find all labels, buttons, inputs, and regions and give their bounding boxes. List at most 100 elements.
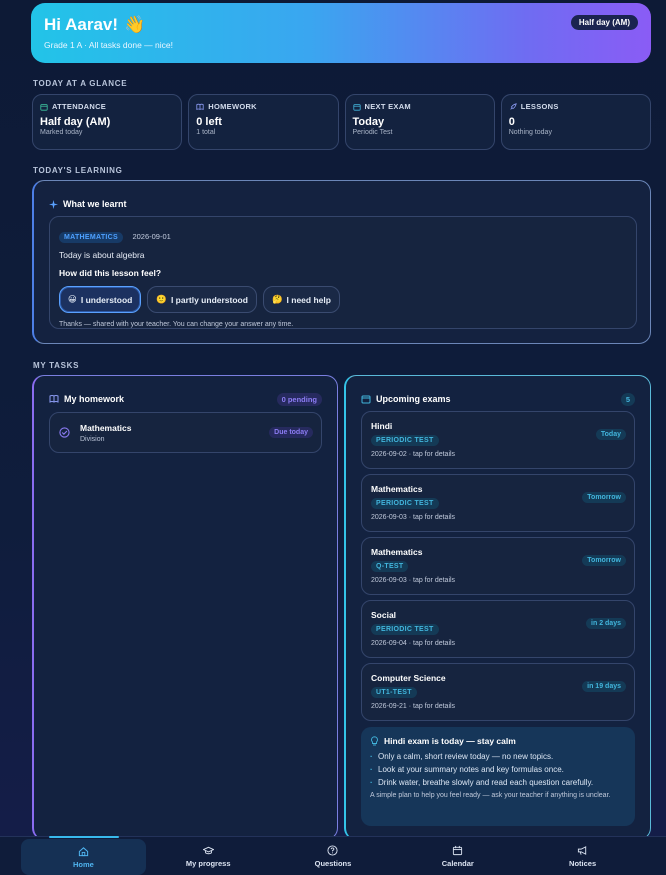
- list-item: Look at your summary notes and key formu…: [370, 765, 626, 774]
- exam-item[interactable]: Mathematics Q-TEST 2026-09-03 · tap for …: [361, 537, 635, 595]
- exam-when-badge: Today: [595, 429, 626, 440]
- section-label-glance: TODAY AT A GLANCE: [33, 79, 128, 88]
- lesson-entry: MATHEMATICS 2026-09-01 Today is about al…: [49, 216, 637, 329]
- homework-subject: Mathematics: [80, 423, 132, 433]
- exam-when-badge: in 2 days: [586, 618, 626, 629]
- attendance-status-badge: Half day (AM): [570, 15, 638, 30]
- glance-label: HOMEWORK: [208, 102, 257, 111]
- homework-panel: My homework 0 pending Mathematics Divisi…: [32, 375, 338, 840]
- feedback-need-help-button[interactable]: 🤔 I need help: [262, 286, 340, 313]
- homework-due-badge: Due today: [269, 427, 313, 438]
- feedback-question: How did this lesson feel?: [59, 268, 162, 278]
- exam-type-chip: PERIODIC TEST: [371, 498, 439, 509]
- check-circle-icon: [59, 427, 70, 438]
- glance-card-next-exam[interactable]: NEXT EXAM Today Periodic Test: [344, 94, 495, 150]
- bottom-nav: Home My progress Questions Calendar Noti…: [0, 836, 666, 875]
- greeting-banner: Hi Aarav! 👋 Grade 1 A · All tasks done —…: [31, 3, 651, 63]
- greeting-subtitle: Grade 1 A · All tasks done — nice!: [44, 40, 173, 50]
- feedback-options: 😀 I understood 🙂 I partly understood 🤔 I…: [59, 286, 627, 313]
- exam-tip-title: Hindi exam is today — stay calm: [370, 736, 626, 746]
- smile-emoji-icon: 🙂: [156, 294, 167, 304]
- glance-card-lessons[interactable]: LESSONS 0 Nothing today: [500, 94, 651, 150]
- glance-card-homework[interactable]: HOMEWORK 0 left 1 total: [188, 94, 339, 150]
- section-label-learning: TODAY'S LEARNING: [33, 166, 123, 175]
- feedback-understood-button[interactable]: 😀 I understood: [59, 286, 142, 313]
- exam-item[interactable]: Mathematics PERIODIC TEST 2026-09-03 · t…: [361, 474, 635, 532]
- nav-item-calendar[interactable]: Calendar: [395, 837, 520, 875]
- exam-tip-title-text: Hindi exam is today — stay calm: [384, 736, 516, 746]
- nav-item-questions[interactable]: Questions: [271, 837, 396, 875]
- glance-value: 0: [508, 116, 515, 128]
- feedback-label: I need help: [286, 294, 331, 305]
- graduation-cap-icon: [202, 846, 214, 854]
- exams-panel: Upcoming exams 5 Hindi PERIODIC TEST 202…: [344, 375, 651, 840]
- calendar-icon: [352, 103, 361, 111]
- glance-label: ATTENDANCE: [52, 102, 107, 111]
- nav-label: My progress: [185, 858, 231, 868]
- exam-item[interactable]: Hindi PERIODIC TEST 2026-09-02 · tap for…: [361, 411, 635, 469]
- exam-item[interactable]: Social PERIODIC TEST 2026-09-04 · tap fo…: [361, 600, 635, 658]
- glance-value: Half day (AM): [40, 116, 111, 128]
- nav-item-my-progress[interactable]: My progress: [146, 837, 271, 875]
- rocket-icon: [510, 102, 517, 110]
- glance-label: LESSONS: [520, 102, 559, 111]
- nav-label: Home: [72, 859, 94, 869]
- feedback-label: I understood: [80, 294, 133, 305]
- homework-title-text: My homework: [64, 394, 125, 404]
- lesson-date: 2026-09-01: [132, 232, 171, 241]
- exam-tip-card: Hindi exam is today — stay calm Only a c…: [361, 727, 635, 826]
- glance-sub: Nothing today: [508, 129, 552, 136]
- exam-meta: 2026-09-21 · tap for details: [371, 703, 456, 710]
- glance-card-attendance[interactable]: ATTENDANCE Half day (AM) Marked today: [32, 94, 183, 150]
- section-label-tasks: MY TASKS: [33, 361, 80, 370]
- nav-item-home[interactable]: Home: [21, 836, 146, 875]
- feedback-partly-button[interactable]: 🙂 I partly understood: [147, 286, 257, 313]
- exams-title: Upcoming exams: [361, 394, 451, 404]
- glance-value: Today: [352, 116, 385, 128]
- wave-icon: 👋: [124, 15, 146, 34]
- homework-item[interactable]: Mathematics Division Due today: [49, 412, 322, 453]
- exam-type-chip: Q-TEST: [371, 561, 409, 572]
- glance-label: NEXT EXAM: [364, 102, 411, 111]
- calendar-icon: [453, 845, 463, 855]
- exam-meta: 2026-09-02 · tap for details: [371, 451, 456, 458]
- exam-type-chip: PERIODIC TEST: [371, 435, 439, 446]
- exam-meta: 2026-09-04 · tap for details: [371, 640, 456, 647]
- exam-tip-note: A simple plan to help you feel ready — a…: [370, 792, 611, 799]
- exam-item[interactable]: Computer Science UT1-TEST 2026-09-21 · t…: [361, 663, 635, 721]
- grin-emoji-icon: 😀: [68, 294, 77, 304]
- exam-subject: Mathematics: [371, 547, 423, 557]
- book-icon: [196, 103, 204, 110]
- list-item: Drink water, breathe slowly and read eac…: [370, 778, 626, 787]
- learning-title-text: What we learnt: [63, 199, 127, 209]
- home-icon: [78, 846, 89, 856]
- exam-type-chip: PERIODIC TEST: [371, 624, 439, 635]
- glance-sub: 1 total: [196, 129, 216, 136]
- exam-subject: Mathematics: [371, 484, 423, 494]
- sparkle-icon: [49, 199, 58, 209]
- exam-subject: Hindi: [371, 421, 393, 431]
- greeting-title: Hi Aarav! 👋: [44, 15, 638, 35]
- book-icon: [49, 395, 59, 403]
- nav-item-notices[interactable]: Notices: [520, 837, 645, 875]
- feedback-label: I partly understood: [170, 294, 248, 305]
- nav-label: Notices: [569, 858, 597, 868]
- question-icon: [327, 844, 339, 856]
- subject-chip: MATHEMATICS: [59, 232, 123, 243]
- calendar-icon: [361, 395, 371, 404]
- exam-when-badge: Tomorrow: [582, 492, 626, 503]
- homework-count-badge: 0 pending: [276, 393, 322, 406]
- exam-subject: Computer Science: [371, 673, 446, 683]
- lesson-topic: Today is about algebra: [59, 250, 145, 260]
- learning-card: What we learnt MATHEMATICS 2026-09-01 To…: [32, 180, 651, 344]
- calendar-icon: [40, 103, 48, 111]
- exams-title-text: Upcoming exams: [376, 394, 451, 404]
- exam-tip-list: Only a calm, short review today — no new…: [370, 752, 626, 787]
- exam-type-chip: UT1-TEST: [371, 687, 417, 698]
- learning-title: What we learnt: [49, 199, 127, 209]
- nav-label: Calendar: [441, 858, 474, 868]
- homework-title: My homework: [49, 394, 124, 404]
- lightbulb-icon: [371, 736, 378, 746]
- glance-sub: Marked today: [40, 129, 83, 136]
- list-item: Only a calm, short review today — no new…: [370, 752, 626, 761]
